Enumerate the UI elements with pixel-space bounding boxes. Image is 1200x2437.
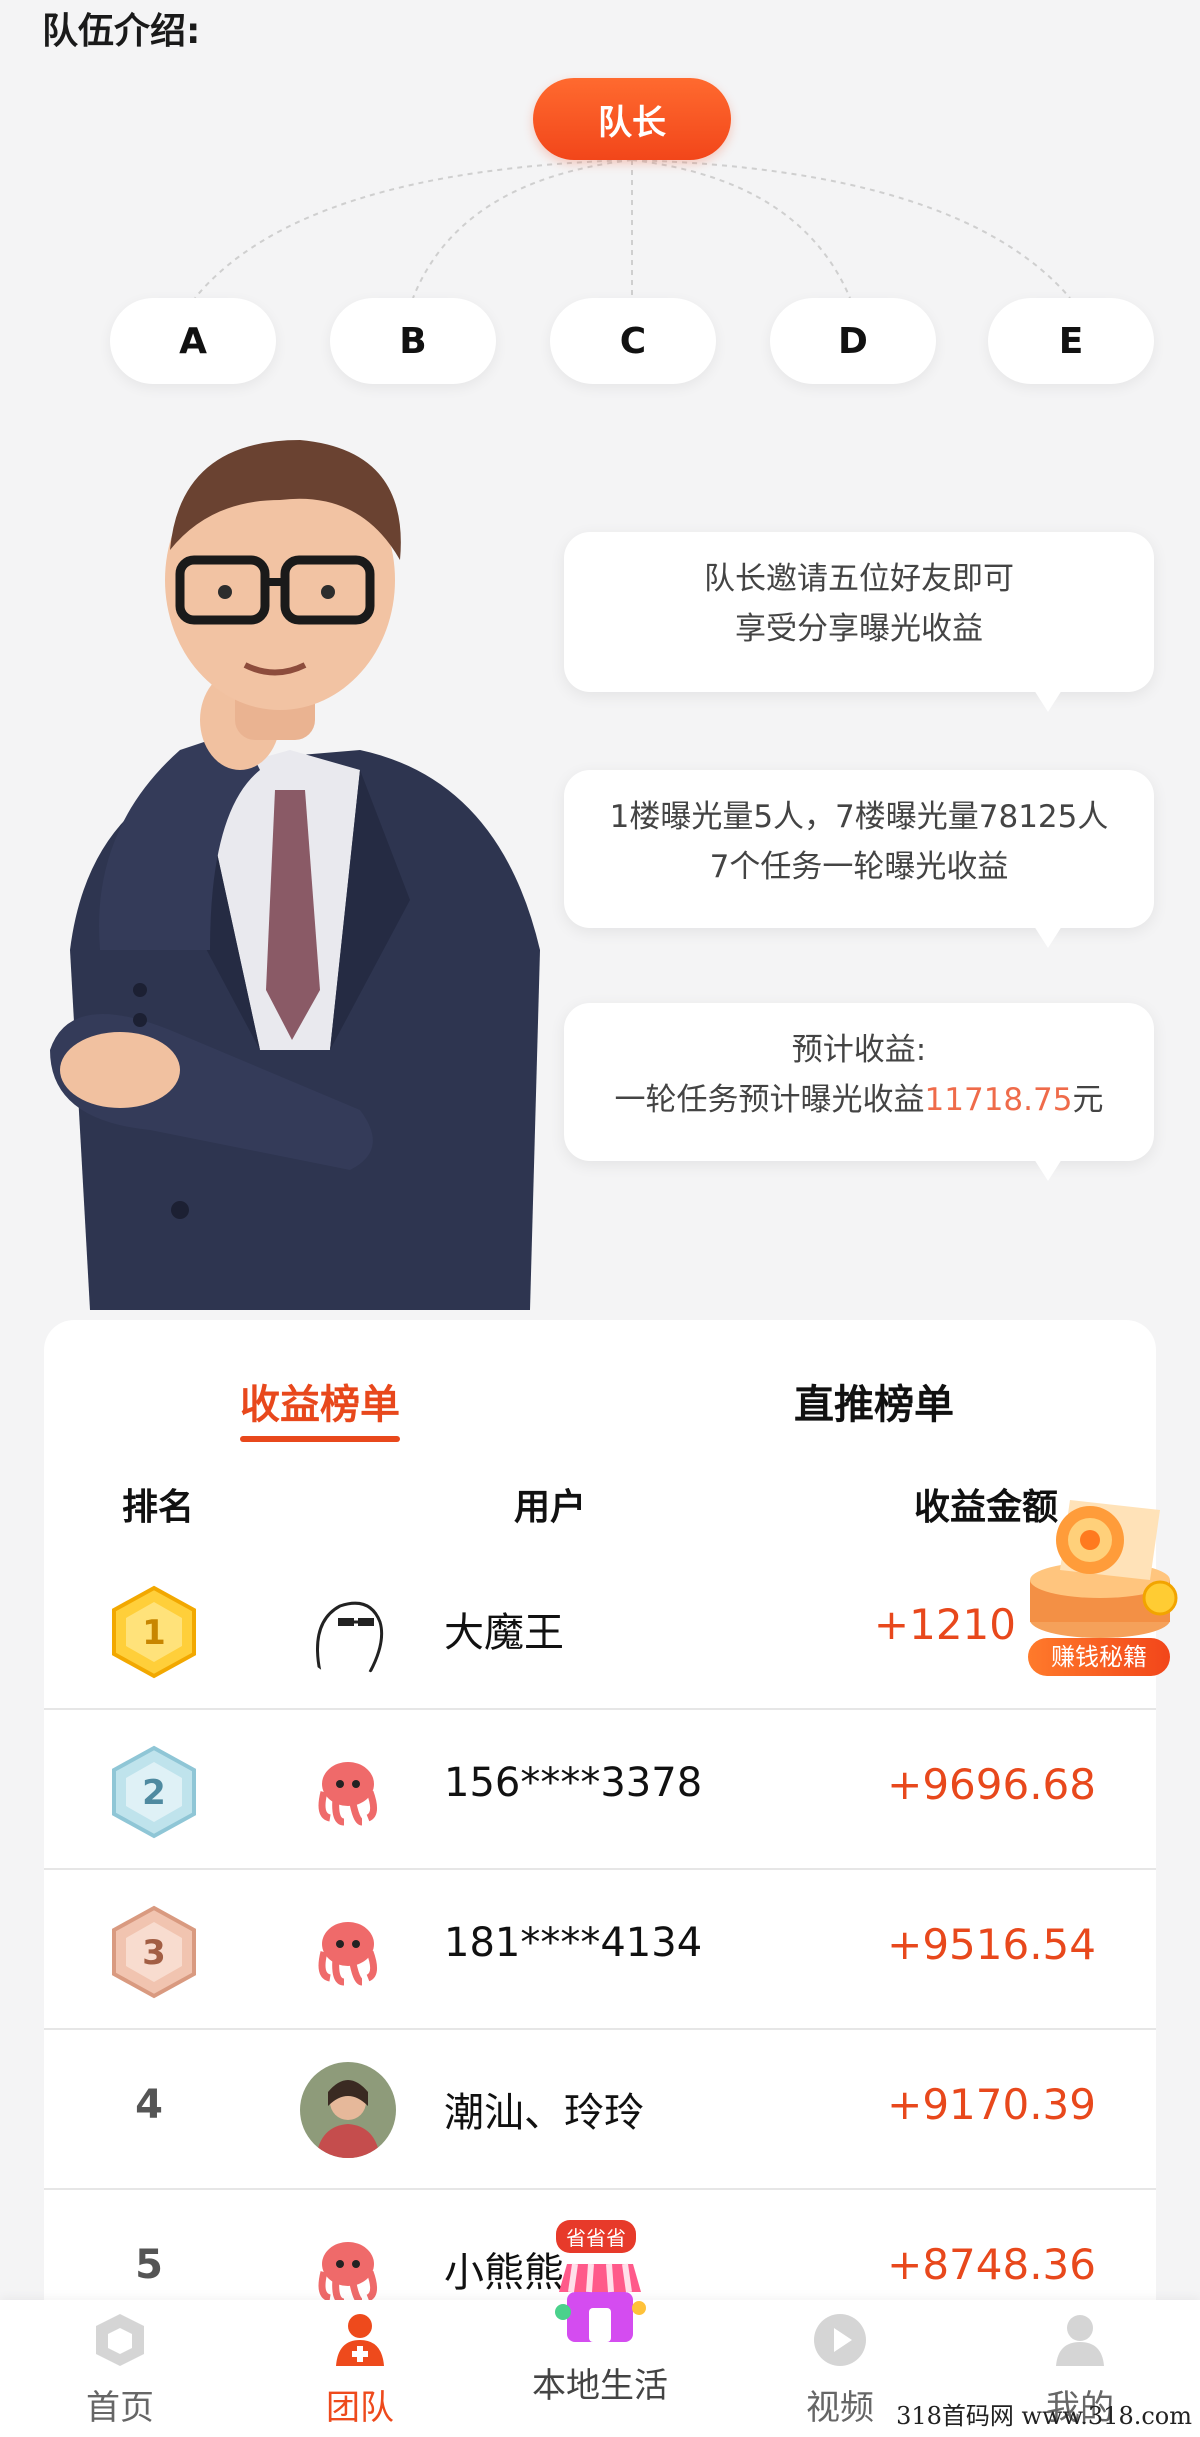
info-bubble-exposure: 1楼曝光量5人，7楼曝光量78125人 7个任务一轮曝光收益 [564,770,1154,948]
bubble-text-prefix: 一轮任务预计曝光收益 [614,1082,925,1118]
svg-text:1: 1 [142,1613,166,1653]
tab-referral-ranking[interactable]: 直推榜单 [794,1372,954,1430]
bubble-text: 享受分享曝光收益 [735,611,983,647]
earnings-amount: +9516.54 [887,1920,1096,1969]
user-icon [1056,2315,1104,2366]
shop-icon [555,2263,646,2342]
member-node-d: D [770,298,936,384]
avatar [300,1902,396,1998]
businessman-illustration [50,440,540,1310]
expected-earnings-value: 11718.75 [924,1082,1073,1118]
table-row[interactable]: 1 大魔王 +1210 [44,1550,1156,1710]
table-row[interactable]: 4 潮汕、玲玲 +9170.39 [44,2030,1156,2190]
rank-number: 4 [135,2082,163,2128]
team-icon [336,2314,384,2366]
earn-tips-label: 赚钱秘籍 [1028,1638,1170,1676]
nav-home[interactable]: 首页 [45,2310,195,2429]
table-row[interactable]: 2 156****3378 +9696.68 [44,1710,1156,1870]
earnings-amount: +9696.68 [887,1760,1096,1809]
info-bubble-earnings: 预计收益: 一轮任务预计曝光收益11718.75元 [564,1003,1154,1181]
earnings-amount: +8748.36 [887,2240,1096,2289]
member-node-b: B [330,298,496,384]
earn-tips-button[interactable]: 赚钱秘籍 [1010,1470,1185,1700]
header-rank: 排名 [122,1487,195,1528]
avatar [300,1742,396,1838]
bottom-nav: 首页 团队 省省省 本地生活 视频 我的 318首码网 www.318.com [0,2220,1200,2437]
nav-label: 团队 [326,2388,394,2428]
earnings-amount: +9170.39 [887,2080,1096,2129]
nav-label: 本地生活 [532,2366,668,2406]
nav-label: 视频 [806,2388,874,2428]
home-cube-icon [96,2314,144,2366]
member-node-e: E [988,298,1154,384]
user-name: 181****4134 [444,1920,703,1966]
table-row[interactable]: 3 181****4134 +9516.54 [44,1870,1156,2030]
user-name: 潮汕、玲玲 [444,2090,644,2136]
watermark-text: 318首码网 www.318.com [896,2402,1192,2430]
user-name: 大魔王 [444,1610,564,1656]
bubble-text: 1楼曝光量5人，7楼曝光量78125人 [609,799,1109,835]
info-bubble-invite: 队长邀请五位好友即可 享受分享曝光收益 [564,532,1154,712]
svg-text:3: 3 [142,1933,166,1973]
nav-team[interactable]: 团队 [285,2310,435,2429]
member-node-c: C [550,298,716,384]
bubble-text-suffix: 元 [1072,1082,1104,1118]
svg-text:2: 2 [142,1773,166,1813]
bubble-text: 预计收益: [791,1032,927,1068]
gold-medal-icon: 1 [112,1585,196,1679]
user-name: 156****3378 [444,1760,703,1806]
play-video-icon [814,2314,866,2366]
nav-video[interactable]: 视频 [765,2310,915,2429]
target-coin-icon [1030,1500,1178,1638]
tree-connectors [194,159,1071,299]
bubble-text: 7个任务一轮曝光收益 [709,849,1009,885]
bubble-text: 队长邀请五位好友即可 [704,561,1014,597]
avatar [300,1582,396,1678]
nav-local-life[interactable]: 本地生活 [520,2242,680,2407]
tab-earnings-ranking[interactable]: 收益榜单 [240,1372,400,1442]
member-node-a: A [110,298,276,384]
avatar [300,2062,396,2158]
silver-medal-icon: 2 [112,1745,196,1839]
earnings-amount: +1210 [873,1600,1016,1649]
leader-node: 队长 [533,78,731,160]
nav-label: 首页 [86,2388,154,2428]
bubble-text: 一轮任务预计曝光收益11718.75元 [564,1075,1154,1125]
rank-number: 5 [135,2242,163,2288]
section-title: 队伍介绍: [42,11,201,52]
bronze-medal-icon: 3 [112,1905,196,1999]
header-user: 用户 [514,1487,587,1528]
